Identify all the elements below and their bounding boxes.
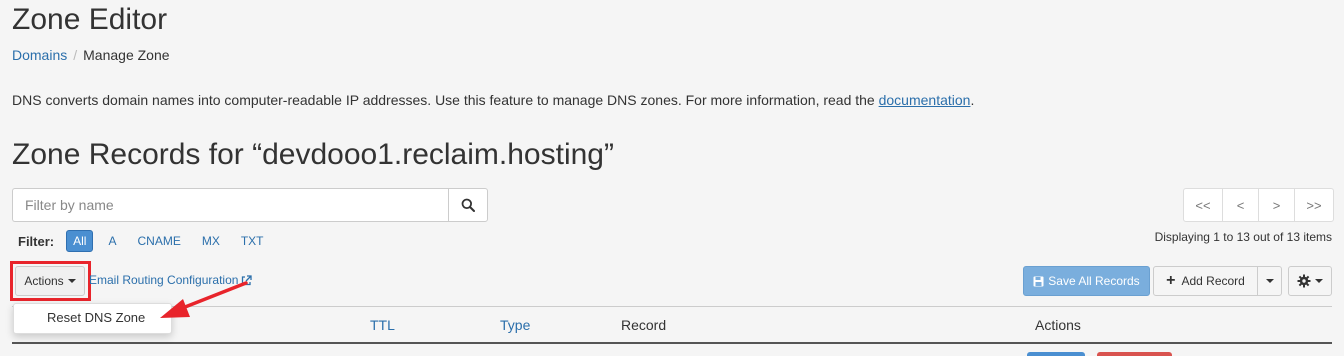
previous-page-button[interactable]: < [1222, 188, 1259, 222]
first-page-button[interactable]: << [1183, 188, 1223, 222]
external-link-icon [242, 274, 253, 285]
table-settings-button[interactable] [1288, 266, 1332, 296]
actions-dropdown-menu: Reset DNS Zone [13, 303, 172, 334]
breadcrumb-separator: / [73, 47, 78, 63]
description-suffix: . [970, 92, 975, 108]
plus-icon: + [1166, 272, 1176, 289]
annotation-highlight-box [10, 261, 91, 301]
filter-cname[interactable]: CNAME [131, 231, 186, 251]
row-edit-button[interactable] [1027, 352, 1085, 356]
annotation-arrow [160, 281, 248, 318]
page-title: Zone Editor [12, 3, 168, 36]
table-top-border [12, 306, 1332, 307]
filter-a[interactable]: A [102, 231, 122, 251]
column-header-ttl[interactable]: TTL [370, 317, 395, 333]
zone-records-heading: Zone Records for “devdooo1.reclaim.hosti… [12, 138, 614, 171]
add-record-button[interactable]: + Add Record [1153, 266, 1258, 296]
breadcrumb: Domains / Manage Zone [12, 47, 170, 63]
breadcrumb-domains-link[interactable]: Domains [12, 47, 67, 63]
save-all-records-button[interactable]: Save All Records [1023, 266, 1150, 296]
zone-editor-page: Zone Editor Domains / Manage Zone DNS conv… [0, 0, 1344, 356]
next-page-button[interactable]: > [1258, 188, 1295, 222]
table-header-divider [12, 342, 1332, 344]
column-header-record: Record [621, 317, 667, 333]
email-routing-link[interactable]: Email Routing Configuration [89, 273, 253, 287]
last-page-button[interactable]: >> [1294, 188, 1334, 222]
filter-label: Filter: [18, 233, 55, 249]
description-text: DNS converts domain names into computer-… [12, 92, 879, 108]
column-header-type[interactable]: Type [500, 317, 530, 333]
search-icon [461, 198, 475, 212]
breadcrumb-current: Manage Zone [83, 47, 170, 63]
add-record-label: Add Record [1181, 274, 1245, 288]
pagination: << < > >> [1183, 188, 1334, 222]
page-description: DNS converts domain names into computer-… [12, 92, 974, 108]
filter-all[interactable]: All [66, 230, 94, 252]
gear-icon [1297, 274, 1311, 288]
add-record-options-button[interactable] [1257, 266, 1282, 296]
save-icon [1033, 276, 1044, 286]
save-all-label: Save All Records [1048, 274, 1140, 288]
search-button[interactable] [448, 188, 488, 222]
caret-down-icon [1265, 279, 1274, 283]
filter-txt[interactable]: TXT [235, 231, 270, 251]
row-delete-button[interactable] [1097, 352, 1172, 356]
reset-dns-zone-item[interactable]: Reset DNS Zone [47, 310, 145, 325]
items-count-text: Displaying 1 to 13 out of 13 items [1154, 230, 1332, 244]
email-routing-label: Email Routing Configuration [89, 273, 239, 287]
caret-down-icon [1315, 279, 1323, 283]
search-bar [12, 188, 488, 222]
filter-mx[interactable]: MX [196, 231, 226, 251]
record-type-filter: Filter: All A CNAME MX TXT [18, 230, 279, 252]
documentation-link[interactable]: documentation [879, 92, 971, 108]
column-header-actions: Actions [1035, 317, 1081, 333]
search-input[interactable] [12, 188, 448, 222]
